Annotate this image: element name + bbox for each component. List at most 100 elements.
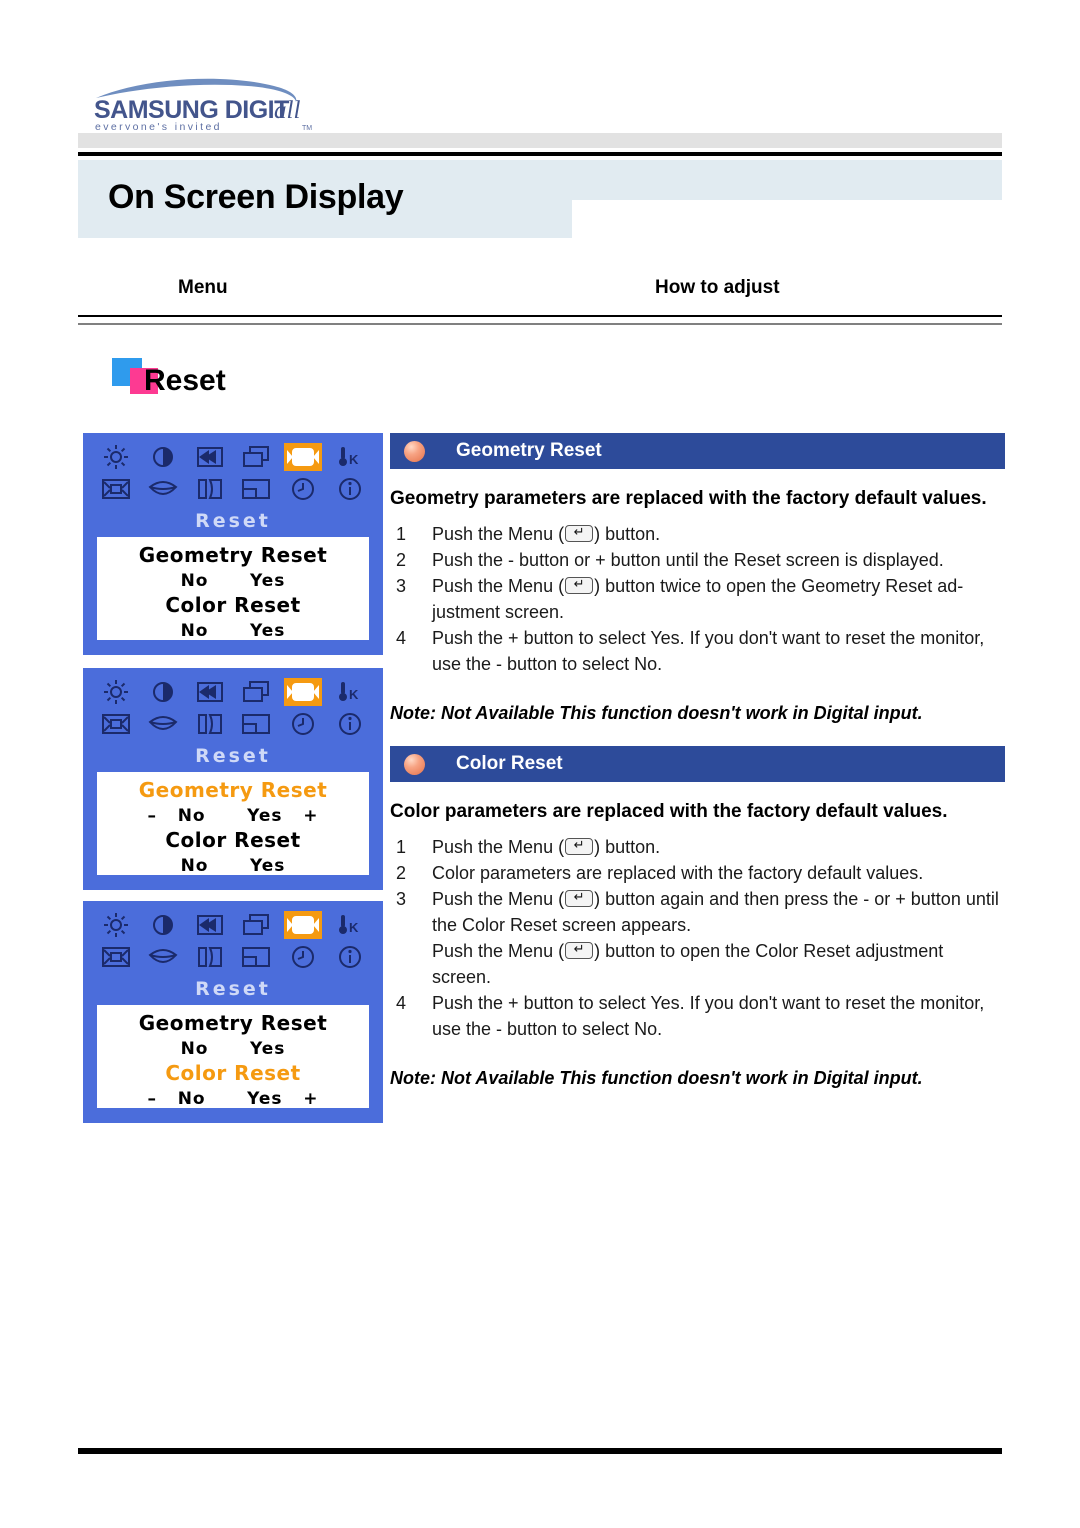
smile-icon[interactable] [144, 943, 182, 971]
osd-item-options[interactable]: No Yes [97, 856, 369, 876]
pincushion-icon[interactable] [191, 475, 229, 503]
step-text: Push the Menu ( [432, 524, 565, 544]
geometry-reset-steps: 1 Push the Menu () button. 2 Push the - but… [390, 521, 1005, 677]
clock-icon[interactable] [284, 943, 322, 971]
osd-item-title[interactable]: Color Reset [97, 828, 369, 852]
information-icon[interactable] [331, 943, 369, 971]
instruction-step: 2 Push the - button or + button until the… [390, 547, 1005, 573]
osd-item-options[interactable]: – No Yes + [97, 806, 369, 826]
osd-content-box: Geometry Reset No Yes Color Reset No Yes [97, 537, 369, 641]
svg-text:everyone's invited: everyone's invited [95, 121, 222, 130]
clock-icon[interactable] [284, 475, 322, 503]
osd-item-title[interactable]: Color Reset [97, 1061, 369, 1085]
pincushion-icon[interactable] [191, 943, 229, 971]
osd-icon-grid: K [97, 442, 369, 506]
image-position-icon[interactable] [191, 443, 229, 471]
color-reset-note: Note: Not Available This function doesn'… [390, 1068, 923, 1088]
reset-icon[interactable] [284, 443, 323, 471]
osd-content-box: Geometry Reset No Yes Color Reset – No Yes … [97, 1005, 369, 1109]
image-position-icon[interactable] [191, 678, 229, 706]
step-text: Push the - button or + button until the … [432, 550, 944, 570]
image-size-icon[interactable] [237, 678, 275, 706]
osd-icon-row [97, 942, 369, 972]
step-text: Push the + button to select Yes. If you … [432, 993, 985, 1039]
contrast-icon[interactable] [144, 443, 182, 471]
color-reset-lead: Color parameters are replaced with the f… [390, 801, 948, 822]
svg-text:SAMSUNG DIGIT: SAMSUNG DIGIT [94, 96, 289, 124]
osd-position-icon[interactable] [237, 710, 275, 738]
substep-text: Push the Menu ( [432, 941, 565, 961]
color-temperature-icon[interactable]: K [331, 443, 369, 471]
tab-right-block [572, 160, 1002, 200]
svg-text:K: K [349, 452, 359, 467]
page-title: On Screen Display [108, 178, 404, 216]
menu-button-icon [565, 521, 594, 545]
orange-bullet-icon [404, 754, 425, 775]
osd-item-title[interactable]: Color Reset [97, 593, 369, 617]
instruction-step: 2 Color parameters are replaced with the … [390, 860, 1005, 886]
contrast-icon[interactable] [144, 678, 182, 706]
color-reset-bar: Color Reset [390, 746, 1005, 782]
contrast-icon[interactable] [144, 911, 182, 939]
osd-item-title[interactable]: Geometry Reset [97, 543, 369, 567]
osd-icon-row: K [97, 677, 369, 707]
instruction-step: 1 Push the Menu () button. [390, 521, 1005, 547]
color-reset-steps: 1 Push the Menu () button. 2 Color paramete… [390, 834, 1005, 1042]
osd-item-title[interactable]: Geometry Reset [97, 778, 369, 802]
image-position-icon[interactable] [191, 911, 229, 939]
osd-item-title[interactable]: Geometry Reset [97, 1011, 369, 1035]
instruction-step: 3Push the Menu () button twice to open t… [390, 573, 1005, 625]
osd-menu-label: Reset [195, 510, 271, 532]
information-icon[interactable] [331, 475, 369, 503]
svg-text:all: all [274, 97, 300, 124]
pincushion-icon[interactable] [191, 710, 229, 738]
step-number: 3 [396, 889, 407, 909]
clock-icon[interactable] [284, 710, 322, 738]
osd-icon-row [97, 709, 369, 739]
zoom-icon[interactable] [97, 943, 135, 971]
color-temperature-icon[interactable]: K [331, 911, 369, 939]
image-size-icon[interactable] [237, 911, 275, 939]
document-page: SAMSUNG DIGIT all everyone's invited TM … [0, 0, 1080, 1528]
zoom-icon[interactable] [97, 475, 135, 503]
osd-panel-1: K Reset Geometry Reset No Yes Color Reset No … [83, 433, 383, 655]
svg-text:K: K [349, 920, 359, 935]
reset-icon[interactable] [284, 678, 323, 706]
reset-icon[interactable] [284, 911, 323, 939]
instruction-step: 3Push the Menu () button again and then … [390, 886, 1005, 938]
orange-bullet-icon [404, 441, 425, 462]
menu-button-icon [565, 938, 594, 962]
column-header-menu: Menu [178, 277, 228, 298]
step-number: 2 [396, 863, 407, 883]
header-black-rule [78, 152, 1002, 156]
smile-icon[interactable] [144, 475, 182, 503]
information-icon[interactable] [331, 710, 369, 738]
osd-menu-label: Reset [195, 745, 271, 767]
step-text: Push the Menu ( [432, 889, 565, 909]
tab-notch-round [572, 200, 604, 232]
osd-position-icon[interactable] [237, 475, 275, 503]
brightness-icon[interactable] [97, 911, 135, 939]
step-text-tail: ) button. [594, 524, 661, 544]
osd-item-options[interactable]: No Yes [97, 1039, 369, 1059]
geometry-reset-bar-title: Geometry Reset [456, 440, 602, 461]
osd-item-options[interactable]: No Yes [97, 621, 369, 641]
header-gray-band [78, 133, 1002, 148]
osd-panel-3: K Reset Geometry Reset No Yes Color Reset – N… [83, 901, 383, 1123]
column-header-how-to-adjust: How to adjust [655, 277, 780, 298]
osd-item-options[interactable]: No Yes [97, 571, 369, 591]
osd-position-icon[interactable] [237, 943, 275, 971]
image-size-icon[interactable] [237, 443, 275, 471]
step-text: Push the Menu ( [432, 837, 565, 857]
brightness-icon[interactable] [97, 678, 135, 706]
osd-content-box: Geometry Reset – No Yes + Color Reset No Ye… [97, 772, 369, 876]
smile-icon[interactable] [144, 710, 182, 738]
step-number: 1 [396, 837, 407, 857]
instruction-step: 4 Push the + button to select Yes. If you… [390, 625, 1005, 677]
geometry-reset-bar: Geometry Reset [390, 433, 1005, 469]
osd-item-options[interactable]: – No Yes + [97, 1089, 369, 1109]
step-number: 4 [396, 628, 407, 648]
brightness-icon[interactable] [97, 443, 135, 471]
color-temperature-icon[interactable]: K [331, 678, 369, 706]
zoom-icon[interactable] [97, 710, 135, 738]
